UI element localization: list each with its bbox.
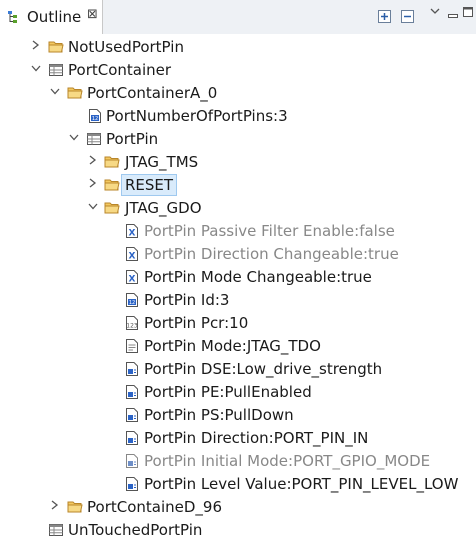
tree-item-label: JTAG_GDO xyxy=(125,199,202,217)
folder-icon xyxy=(67,85,83,101)
enum-param-icon xyxy=(124,384,140,400)
tree-item[interactable]: JTAG_TMS xyxy=(0,150,476,173)
chevron-right-icon[interactable] xyxy=(87,176,99,190)
chevron-right-icon[interactable] xyxy=(87,153,99,167)
tree-item-label: PortNumberOfPortPins:3 xyxy=(106,107,288,125)
tree-item-label: PortContaineD_96 xyxy=(87,498,223,516)
svg-text:X: X xyxy=(129,229,136,239)
tree-item-label: PortPin Direction:PORT_PIN_IN xyxy=(144,429,369,447)
integer-param-icon: 123 xyxy=(124,315,140,331)
tree-item[interactable]: PortContaineD_96 xyxy=(0,495,476,518)
tree-item[interactable]: PortPin Level Value:PORT_PIN_LEVEL_LOW xyxy=(0,472,476,495)
chevron-down-icon[interactable] xyxy=(49,84,61,98)
maximize-icon[interactable] xyxy=(463,6,473,20)
folder-icon xyxy=(104,154,120,170)
tree-item-selected[interactable]: RESET xyxy=(0,173,476,196)
tree-item[interactable]: X PortPin Mode Changeable:true xyxy=(0,265,476,288)
enum-param-icon xyxy=(124,407,140,423)
tree-item[interactable]: JTAG_GDO xyxy=(0,196,476,219)
tree-item-label: PortPin Passive Filter Enable:false xyxy=(144,222,395,240)
enum-param-icon xyxy=(124,430,140,446)
view-tab-strip: Outline ⊠ xyxy=(0,0,476,34)
tree-item-label: PortPin Initial Mode:PORT_GPIO_MODE xyxy=(144,452,431,470)
chevron-down-icon[interactable] xyxy=(87,199,99,213)
expand-all-icon[interactable] xyxy=(378,9,391,23)
boolean-param-icon: X xyxy=(124,223,140,239)
tree-item-label: JTAG_TMS xyxy=(125,153,199,171)
chevron-down-icon[interactable] xyxy=(68,130,80,144)
document-param-icon xyxy=(124,338,140,354)
view-menu-icon[interactable] xyxy=(430,5,440,19)
table-icon xyxy=(86,131,102,147)
tree-item[interactable]: PortPin Initial Mode:PORT_GPIO_MODE xyxy=(0,449,476,472)
outline-tab[interactable]: Outline ⊠ xyxy=(0,0,103,34)
svg-text:123: 123 xyxy=(126,323,138,330)
enum-param-icon xyxy=(124,476,140,492)
tree-item[interactable]: PortPin Direction:PORT_PIN_IN xyxy=(0,426,476,449)
tree-item[interactable]: PortPin Mode:JTAG_TDO xyxy=(0,334,476,357)
tree-item[interactable]: PortContainer xyxy=(0,58,476,81)
chevron-right-icon[interactable] xyxy=(49,498,61,512)
tree-item-label: PortPin PE:PullEnabled xyxy=(144,383,312,401)
view-title: Outline xyxy=(27,8,82,26)
number-param-icon: 12 xyxy=(87,108,103,124)
folder-icon xyxy=(104,177,120,193)
tree-item[interactable]: 12 PortNumberOfPortPins:3 xyxy=(0,104,476,127)
tree-item-label: PortPin Mode:JTAG_TDO xyxy=(144,337,321,355)
boolean-param-icon: X xyxy=(124,246,140,262)
chevron-right-icon[interactable] xyxy=(30,38,42,52)
boolean-param-icon: X xyxy=(124,269,140,285)
close-icon[interactable]: ⊠ xyxy=(87,7,98,22)
minimize-icon[interactable] xyxy=(448,8,458,22)
tree-item[interactable]: X PortPin Passive Filter Enable:false xyxy=(0,219,476,242)
svg-text:X: X xyxy=(129,275,136,285)
tree-item-label: PortPin PS:PullDown xyxy=(144,406,294,424)
tree-item-label: NotUsedPortPin xyxy=(68,38,184,56)
folder-icon xyxy=(67,499,83,515)
table-icon xyxy=(48,522,64,538)
tree-item[interactable]: PortPin DSE:Low_drive_strength xyxy=(0,357,476,380)
enum-param-icon xyxy=(124,361,140,377)
tree-item-label: RESET xyxy=(121,174,178,196)
tree-item-label: PortPin Direction Changeable:true xyxy=(144,245,399,263)
tree-item-label: PortContainer xyxy=(68,61,172,79)
svg-text:X: X xyxy=(129,252,136,262)
folder-icon xyxy=(48,39,64,55)
outline-icon xyxy=(7,10,21,24)
tree-item[interactable]: 12 PortPin Id:3 xyxy=(0,288,476,311)
folder-icon xyxy=(104,200,120,216)
tree-item-label: UnTouchedPortPin xyxy=(68,521,203,539)
tree-item[interactable]: X PortPin Direction Changeable:true xyxy=(0,242,476,265)
tree-item-label: PortPin DSE:Low_drive_strength xyxy=(144,360,383,378)
tree-item-label: PortPin Id:3 xyxy=(144,291,230,309)
tree-item-label: PortPin Level Value:PORT_PIN_LEVEL_LOW xyxy=(144,475,459,493)
tree-item[interactable]: 123 PortPin Pcr:10 xyxy=(0,311,476,334)
tree-item-label: PortPin Mode Changeable:true xyxy=(144,268,372,286)
table-icon xyxy=(48,62,64,78)
svg-text:12: 12 xyxy=(92,116,98,122)
tree-item[interactable]: PortContainerA_0 xyxy=(0,81,476,104)
tree-item-label: PortPin xyxy=(106,130,159,148)
collapse-all-icon[interactable] xyxy=(401,9,414,23)
tree-item[interactable]: PortPin xyxy=(0,127,476,150)
number-param-icon: 12 xyxy=(124,292,140,308)
tree-item[interactable]: PortPin PS:PullDown xyxy=(0,403,476,426)
tree-item[interactable]: UnTouchedPortPin xyxy=(0,518,476,541)
tree-item[interactable]: NotUsedPortPin xyxy=(0,35,476,58)
svg-text:12: 12 xyxy=(129,300,135,306)
tree-item[interactable]: PortPin PE:PullEnabled xyxy=(0,380,476,403)
enum-param-icon xyxy=(124,453,140,469)
tree-item-label: PortPin Pcr:10 xyxy=(144,314,249,332)
tree-item-label: PortContainerA_0 xyxy=(87,84,218,102)
chevron-down-icon[interactable] xyxy=(30,61,42,75)
